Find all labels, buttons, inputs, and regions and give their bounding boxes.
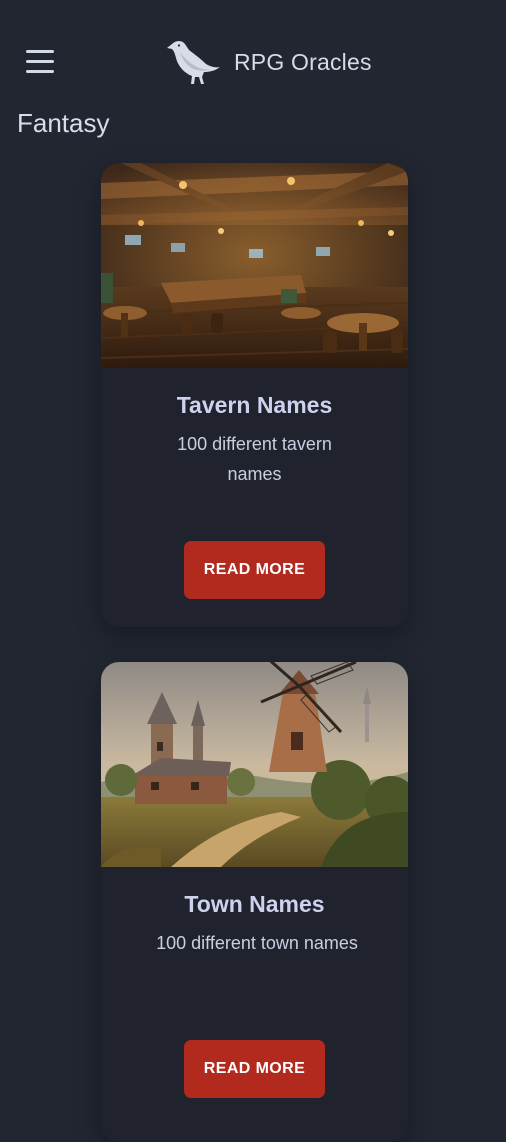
card-description: 100 different tavern names	[177, 434, 332, 484]
app-title: RPG Oracles	[234, 48, 372, 75]
town-names-card: Town Names 100 different town names READ…	[101, 662, 408, 1142]
card-title: Tavern Names	[176, 392, 333, 418]
tavern-names-card: Tavern Names 100 different tavern names …	[101, 163, 408, 627]
menu-line	[26, 60, 54, 63]
card-title: Town Names	[184, 891, 325, 917]
section-title: Fantasy	[17, 108, 110, 138]
menu-line	[26, 70, 54, 73]
card-description: 100 different town names	[156, 933, 358, 953]
brand[interactable]: RPG Oracles	[166, 34, 372, 90]
tavern-interior-image	[101, 163, 408, 368]
menu-line	[26, 50, 54, 53]
hamburger-menu-icon[interactable]	[24, 48, 56, 76]
card-body: Town Names 100 different town names READ…	[101, 891, 408, 1098]
read-more-button[interactable]: READ MORE	[184, 541, 325, 599]
read-more-button[interactable]: READ MORE	[184, 1040, 325, 1098]
app-bar: RPG Oracles	[0, 0, 506, 112]
card-body: Tavern Names 100 different tavern names …	[101, 392, 408, 599]
windmill-village-image	[101, 662, 408, 867]
raven-icon	[167, 41, 220, 84]
